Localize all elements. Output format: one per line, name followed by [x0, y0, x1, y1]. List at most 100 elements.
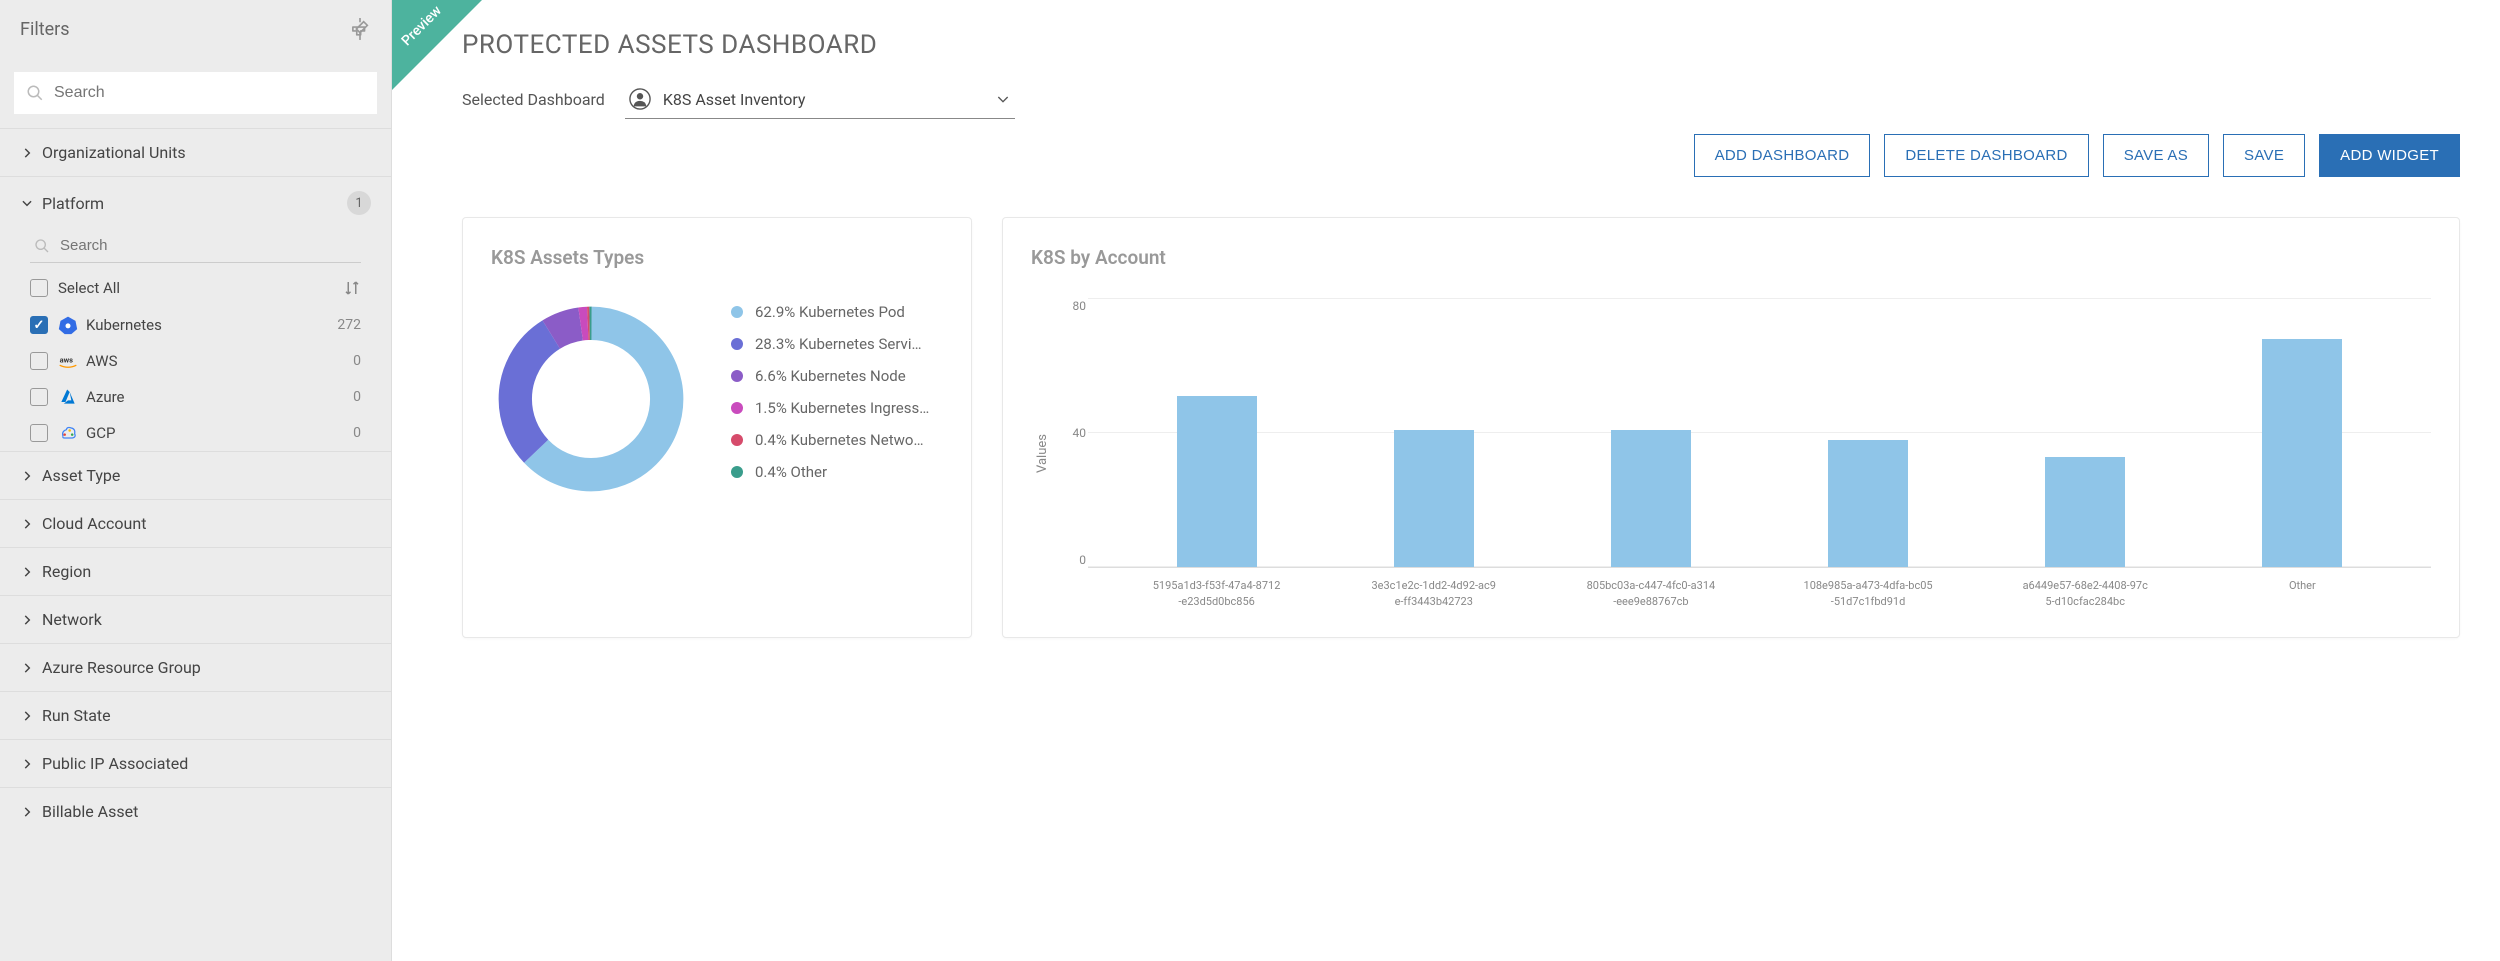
chevron-right-icon — [20, 709, 34, 723]
azure-icon — [58, 387, 78, 407]
legend-item[interactable]: 0.4% Kubernetes Netwo… — [731, 431, 943, 449]
chevron-right-icon — [20, 661, 34, 675]
filter-count-badge: 1 — [347, 191, 371, 215]
x-axis-label: Other — [2237, 578, 2367, 609]
platform-count: 0 — [353, 389, 361, 405]
filter-group-label: Network — [42, 610, 102, 629]
legend-dot-icon — [731, 402, 743, 414]
filters-sidebar: Filters Organizational Units Platform 1 — [0, 0, 392, 961]
chevron-right-icon — [20, 146, 34, 160]
x-axis-label: 805bc03a-c447-4fc0-a314-eee9e88767cb — [1586, 578, 1716, 609]
filter-group-label: Run State — [42, 706, 111, 725]
legend-dot-icon — [731, 434, 743, 446]
dashboard-name: K8S Asset Inventory — [663, 90, 995, 109]
kubernetes-icon — [58, 315, 78, 335]
svg-text:aws: aws — [60, 356, 74, 365]
filter-group-label: Cloud Account — [42, 514, 146, 533]
main-content: Preview PROTECTED ASSETS DASHBOARD Selec… — [392, 0, 2500, 961]
gcp-icon — [58, 423, 78, 443]
checkbox[interactable] — [30, 352, 48, 370]
filter-group-azure-rg[interactable]: Azure Resource Group — [0, 644, 391, 691]
filters-title: Filters — [20, 19, 70, 40]
platform-item-azure[interactable]: Azure 0 — [0, 379, 391, 415]
platform-count: 0 — [353, 353, 361, 369]
widget-by-account: K8S by Account Values 80400 5195a1d3-f53… — [1002, 217, 2460, 638]
filter-group-label: Asset Type — [42, 466, 120, 485]
bar[interactable] — [1394, 430, 1474, 567]
search-icon — [26, 84, 44, 102]
filter-group-cloud-account[interactable]: Cloud Account — [0, 500, 391, 547]
filter-group-asset-type[interactable]: Asset Type — [0, 452, 391, 499]
add-dashboard-button[interactable]: ADD DASHBOARD — [1694, 134, 1871, 177]
filter-group-label: Billable Asset — [42, 802, 138, 821]
delete-dashboard-button[interactable]: DELETE DASHBOARD — [1884, 134, 2088, 177]
checkbox[interactable] — [30, 388, 48, 406]
bar[interactable] — [2262, 339, 2342, 567]
legend-item[interactable]: 28.3% Kubernetes Servi… — [731, 335, 943, 353]
donut-chart — [491, 299, 691, 499]
x-axis-label: a6449e57-68e2-4408-97c5-d10cfac284bc — [2020, 578, 2150, 609]
checkbox[interactable] — [30, 316, 48, 334]
chevron-right-icon — [20, 613, 34, 627]
global-search-input[interactable] — [14, 72, 377, 114]
platform-search-input[interactable] — [30, 229, 361, 262]
chevron-down-icon — [20, 196, 34, 210]
select-all-label: Select All — [58, 279, 120, 297]
platform-item-kubernetes[interactable]: Kubernetes 272 — [0, 307, 391, 343]
filter-group-public-ip[interactable]: Public IP Associated — [0, 740, 391, 787]
platform-label: Kubernetes — [86, 316, 162, 334]
bar[interactable] — [1828, 440, 1908, 567]
widget-asset-types: K8S Assets Types 62.9% Kubernetes Pod 28.… — [462, 217, 972, 638]
filter-group-label: Public IP Associated — [42, 754, 188, 773]
filter-group-label: Azure Resource Group — [42, 658, 201, 677]
platform-count: 272 — [337, 317, 361, 333]
legend-item[interactable]: 0.4% Other — [731, 463, 943, 481]
legend-item[interactable]: 1.5% Kubernetes Ingress… — [731, 399, 943, 417]
chevron-right-icon — [20, 805, 34, 819]
legend-dot-icon — [731, 338, 743, 350]
filter-group-billable-asset[interactable]: Billable Asset — [0, 788, 391, 835]
legend-dot-icon — [731, 466, 743, 478]
platform-item-gcp[interactable]: GCP 0 — [0, 415, 391, 451]
x-axis-label: 5195a1d3-f53f-47a4-8712-e23d5d0bc856 — [1152, 578, 1282, 609]
filter-group-platform[interactable]: Platform 1 — [0, 177, 391, 229]
platform-count: 0 — [353, 425, 361, 441]
checkbox[interactable] — [30, 424, 48, 442]
page-title: PROTECTED ASSETS DASHBOARD — [462, 30, 2460, 60]
search-icon — [34, 238, 50, 254]
filter-group-run-state[interactable]: Run State — [0, 692, 391, 739]
filter-group-label: Organizational Units — [42, 143, 186, 162]
bar[interactable] — [1611, 430, 1691, 567]
donut-legend: 62.9% Kubernetes Pod 28.3% Kubernetes Ser… — [731, 303, 943, 495]
sort-icon[interactable] — [343, 279, 361, 297]
legend-label: 62.9% Kubernetes Pod — [755, 303, 905, 321]
widget-title: K8S Assets Types — [491, 246, 943, 269]
filter-group-network[interactable]: Network — [0, 596, 391, 643]
legend-item[interactable]: 62.9% Kubernetes Pod — [731, 303, 943, 321]
chevron-right-icon — [20, 757, 34, 771]
dashboard-select[interactable]: K8S Asset Inventory — [625, 80, 1015, 119]
legend-label: 28.3% Kubernetes Servi… — [755, 335, 922, 353]
chevron-down-icon — [995, 91, 1011, 107]
save-button[interactable]: SAVE — [2223, 134, 2305, 177]
pin-icon[interactable] — [349, 18, 371, 40]
add-widget-button[interactable]: ADD WIDGET — [2319, 134, 2460, 177]
bar[interactable] — [1177, 396, 1257, 567]
legend-label: 0.4% Kubernetes Netwo… — [755, 431, 923, 449]
select-all-checkbox[interactable] — [30, 279, 48, 297]
platform-item-aws[interactable]: aws AWS 0 — [0, 343, 391, 379]
legend-label: 6.6% Kubernetes Node — [755, 367, 906, 385]
legend-item[interactable]: 6.6% Kubernetes Node — [731, 367, 943, 385]
x-axis-label: 3e3c1e2c-1dd2-4d92-ac9e-ff3443b42723 — [1369, 578, 1499, 609]
filter-group-org-units[interactable]: Organizational Units — [0, 129, 391, 176]
widget-title: K8S by Account — [1031, 246, 2431, 269]
bar[interactable] — [2045, 457, 2125, 568]
legend-label: 1.5% Kubernetes Ingress… — [755, 399, 929, 417]
legend-label: 0.4% Other — [755, 463, 827, 481]
legend-dot-icon — [731, 306, 743, 318]
chevron-right-icon — [20, 517, 34, 531]
save-as-button[interactable]: SAVE AS — [2103, 134, 2209, 177]
platform-label: AWS — [86, 352, 118, 370]
filter-group-label: Region — [42, 562, 91, 581]
filter-group-region[interactable]: Region — [0, 548, 391, 595]
